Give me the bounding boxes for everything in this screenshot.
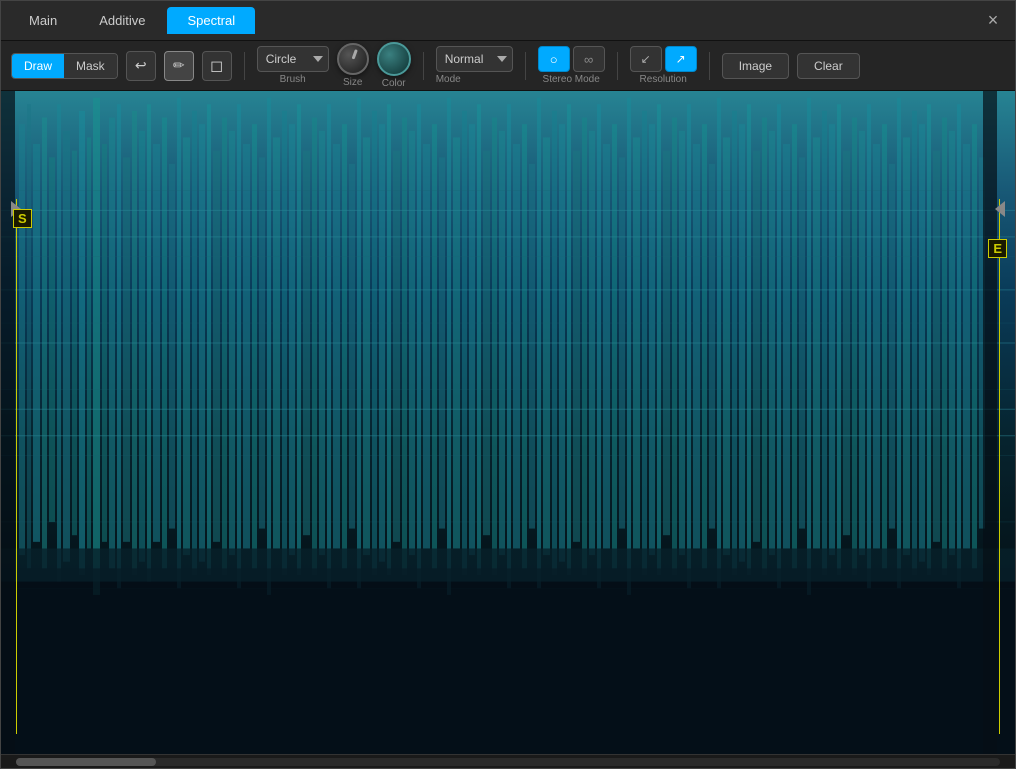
mode-container: Normal Add Subtract Multiply Mode xyxy=(436,46,513,85)
clear-button[interactable]: Clear xyxy=(797,53,860,79)
separator-5 xyxy=(709,52,710,80)
res-low-icon: ↙ xyxy=(641,52,651,66)
resolution-label: Resolution xyxy=(640,74,687,85)
end-marker-arrow xyxy=(995,201,1005,217)
resolution-container: ↙ ↗ Resolution xyxy=(630,46,697,85)
pencil-icon: ✏ xyxy=(173,57,185,74)
color-knob[interactable] xyxy=(377,42,411,76)
left-border-line xyxy=(16,199,17,734)
separator-3 xyxy=(525,52,526,80)
stereo-both-button[interactable]: ○ xyxy=(538,46,570,72)
app-window: Main Additive Spectral × Draw Mask ↩ ✏ ◻… xyxy=(0,0,1016,769)
draw-mask-group: Draw Mask xyxy=(11,53,118,79)
size-knob-container: Size xyxy=(337,43,369,88)
tab-additive[interactable]: Additive xyxy=(79,7,165,34)
stereo-both-icon: ○ xyxy=(550,52,558,67)
res-high-icon: ↗ xyxy=(676,52,686,66)
color-knob-container: Color xyxy=(377,42,411,89)
end-marker: E xyxy=(988,239,1007,258)
spectrogram-area[interactable]: S E xyxy=(1,91,1015,754)
eraser-button[interactable]: ◻ xyxy=(202,51,232,81)
mask-button[interactable]: Mask xyxy=(64,54,117,78)
color-label: Color xyxy=(382,78,406,89)
scrollbar-area xyxy=(1,754,1015,768)
undo-button[interactable]: ↩ xyxy=(126,51,156,81)
stereo-container: ○ ∞ Stereo Mode xyxy=(538,46,605,85)
size-knob[interactable] xyxy=(337,43,369,75)
stereo-link-icon: ∞ xyxy=(584,52,593,67)
toolbar: Draw Mask ↩ ✏ ◻ Circle Square Feather Br… xyxy=(1,41,1015,91)
res-high-button[interactable]: ↗ xyxy=(665,46,697,72)
scrollbar-thumb[interactable] xyxy=(16,758,156,766)
separator-2 xyxy=(423,52,424,80)
brush-select[interactable]: Circle Square Feather xyxy=(257,46,329,72)
close-button[interactable]: × xyxy=(979,7,1007,35)
tab-main[interactable]: Main xyxy=(9,7,77,34)
spectrogram-svg xyxy=(1,91,1015,754)
stereo-mode-label: Stereo Mode xyxy=(543,74,600,85)
eraser-icon: ◻ xyxy=(210,56,223,76)
size-label: Size xyxy=(343,77,362,88)
mode-select[interactable]: Normal Add Subtract Multiply xyxy=(436,46,513,72)
brush-label: Brush xyxy=(280,74,306,85)
mode-label: Mode xyxy=(436,74,461,85)
separator-4 xyxy=(617,52,618,80)
pencil-button[interactable]: ✏ xyxy=(164,51,194,81)
stereo-link-button[interactable]: ∞ xyxy=(573,46,605,72)
brush-container: Circle Square Feather Brush xyxy=(257,46,329,85)
start-marker: S xyxy=(13,209,32,228)
scrollbar-track[interactable] xyxy=(16,758,1000,766)
image-button[interactable]: Image xyxy=(722,53,789,79)
res-low-button[interactable]: ↙ xyxy=(630,46,662,72)
right-border-line xyxy=(999,199,1000,734)
res-btn-group: ↙ ↗ xyxy=(630,46,697,72)
undo-icon: ↩ xyxy=(135,57,147,74)
separator-1 xyxy=(244,52,245,80)
stereo-btn-group: ○ ∞ xyxy=(538,46,605,72)
tab-spectral[interactable]: Spectral xyxy=(167,7,255,34)
draw-button[interactable]: Draw xyxy=(12,54,64,78)
title-bar: Main Additive Spectral × xyxy=(1,1,1015,41)
